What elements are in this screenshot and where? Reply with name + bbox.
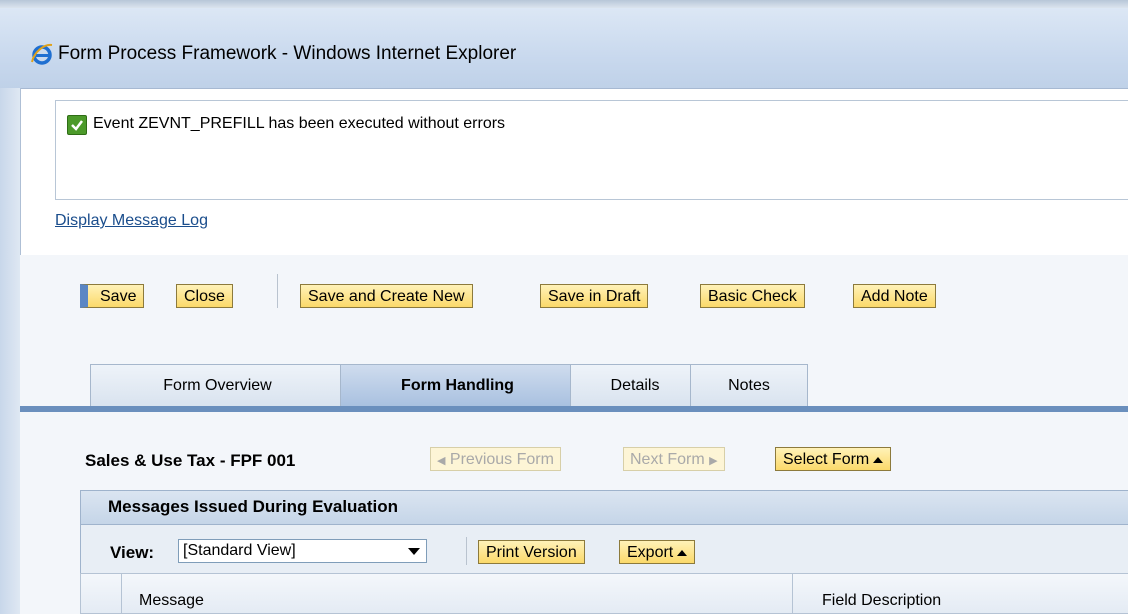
next-form-label: Next Form xyxy=(630,451,705,468)
tab-notes[interactable]: Notes xyxy=(690,364,808,406)
next-form-button[interactable]: Next Form ▶ xyxy=(623,447,725,471)
window-left-frame xyxy=(0,88,21,614)
basic-check-button[interactable]: Basic Check xyxy=(700,284,805,308)
chevron-right-icon: ▶ xyxy=(709,455,718,467)
select-all-cell[interactable] xyxy=(81,574,122,613)
form-title: Sales & Use Tax - FPF 001 xyxy=(85,451,296,470)
window-titlebar: Form Process Framework - Windows Interne… xyxy=(0,8,1128,89)
column-divider[interactable] xyxy=(792,574,793,613)
add-note-button[interactable]: Add Note xyxy=(853,284,936,308)
chevron-left-icon: ◀ xyxy=(437,455,446,467)
select-form-button[interactable]: Select Form xyxy=(775,447,892,471)
column-header-field-description[interactable]: Field Description xyxy=(822,592,941,610)
messages-tray-title: Messages Issued During Evaluation xyxy=(108,497,399,516)
close-button[interactable]: Close xyxy=(176,284,233,308)
messages-tray-header: Messages Issued During Evaluation xyxy=(80,490,1128,525)
messages-table-header: Message Field Description xyxy=(80,573,1128,614)
view-separator xyxy=(466,537,467,565)
ie-icon xyxy=(31,43,53,65)
previous-form-button[interactable]: ◀ Previous Form xyxy=(430,447,561,471)
dropdown-icon xyxy=(873,456,884,463)
save-and-create-new-button[interactable]: Save and Create New xyxy=(300,284,473,308)
status-message: Event ZEVNT_PREFILL has been executed wi… xyxy=(93,115,506,132)
select-form-label: Select Form xyxy=(783,451,870,468)
view-select-value: [Standard View] xyxy=(183,542,296,559)
view-select[interactable]: [Standard View] xyxy=(178,539,427,563)
display-message-log-link[interactable]: Display Message Log xyxy=(55,212,208,230)
save-in-draft-button[interactable]: Save in Draft xyxy=(540,284,649,308)
window-title: Form Process Framework - Windows Interne… xyxy=(58,43,517,64)
column-header-message[interactable]: Message xyxy=(139,592,204,610)
toolbar-separator xyxy=(277,274,278,308)
checkmark-icon xyxy=(67,115,87,135)
messages-view-bar: View: [Standard View] Print Version Expo… xyxy=(80,525,1128,573)
tab-details[interactable]: Details xyxy=(570,364,700,406)
message-box: Event ZEVNT_PREFILL has been executed wi… xyxy=(55,100,1128,200)
tab-form-handling[interactable]: Form Handling xyxy=(340,364,575,406)
save-button[interactable]: Save xyxy=(80,284,145,308)
export-button[interactable]: Export xyxy=(619,540,696,564)
export-label: Export xyxy=(627,544,674,561)
previous-form-label: Previous Form xyxy=(449,451,554,468)
dropdown-icon xyxy=(677,549,688,556)
print-version-button[interactable]: Print Version xyxy=(478,540,585,564)
chevron-down-icon xyxy=(408,548,420,555)
tab-form-overview[interactable]: Form Overview xyxy=(90,364,345,406)
view-label: View: xyxy=(110,543,155,562)
